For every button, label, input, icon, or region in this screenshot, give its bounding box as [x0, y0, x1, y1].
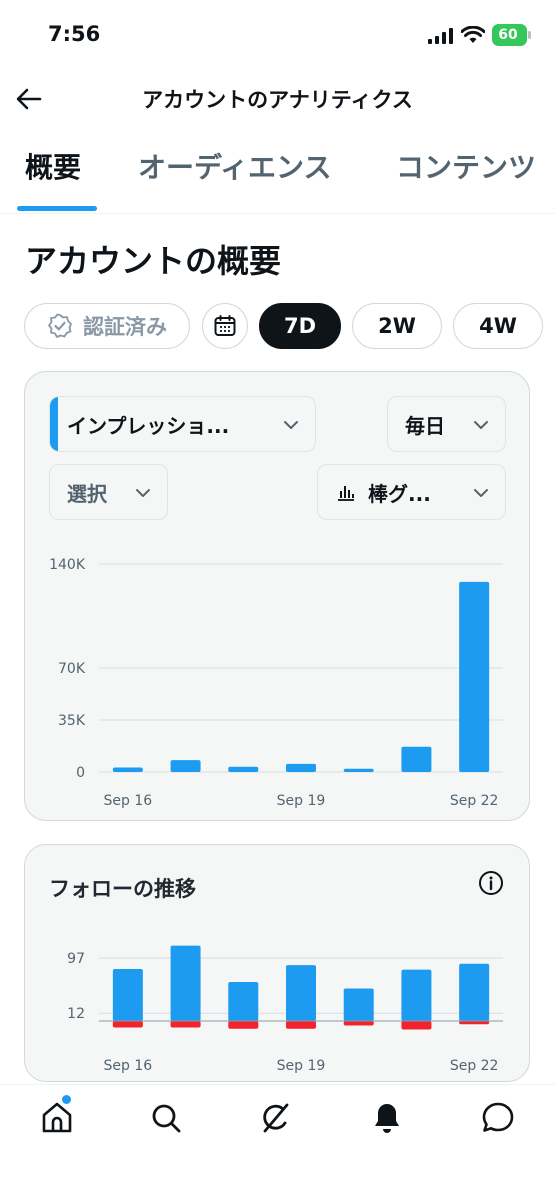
date-picker-button[interactable] — [202, 303, 248, 349]
range-chip-4w[interactable]: 4W — [453, 303, 543, 349]
grok-icon[interactable] — [257, 1099, 295, 1137]
follows-bar-chart: 12 97 Sep 16 Sep 19 Sep 22 — [67, 945, 503, 1074]
impressions-bar — [228, 766, 259, 772]
x-tick-label: Sep 16 — [104, 793, 153, 809]
y-tick-label: 12 — [67, 1006, 85, 1022]
messages-icon[interactable] — [479, 1099, 517, 1137]
page-title: アカウントのアナリティクス — [142, 88, 413, 112]
follows-gain-bar — [228, 982, 259, 1021]
y-tick-label: 0 — [76, 765, 85, 781]
cellular-signal-icon — [428, 28, 453, 44]
follows-loss-bar — [170, 1021, 201, 1028]
follows-gain-bar — [112, 969, 143, 1021]
impressions-bar-chart: 0 35K 70K 140K Sep 16 Sep 19 Sep 22 — [49, 557, 503, 809]
tab-content[interactable]: コンテンツ — [396, 146, 536, 186]
verified-filter-label: 認証済み — [83, 315, 167, 339]
follows-gain-bar — [286, 965, 316, 1021]
follows-loss-bar — [228, 1021, 259, 1029]
y-tick-label: 140K — [49, 557, 86, 573]
follows-gain-bar — [170, 945, 201, 1021]
impressions-bar — [459, 581, 490, 772]
tab-bar: 概要 オーディエンス コンテンツ — [0, 140, 555, 214]
tab-overview[interactable]: 概要 — [25, 146, 81, 186]
status-time: 7:56 — [48, 22, 101, 46]
x-tick-label: Sep 16 — [104, 1058, 153, 1074]
follows-loss-bar — [286, 1021, 316, 1029]
x-tick-label: Sep 22 — [450, 1058, 499, 1074]
x-tick-label: Sep 19 — [277, 1058, 326, 1074]
header: アカウントのアナリティクス — [0, 70, 555, 128]
x-tick-label: Sep 22 — [450, 793, 499, 809]
home-icon[interactable] — [38, 1099, 76, 1137]
follows-loss-bar — [401, 1021, 432, 1030]
verified-filter-chip[interactable]: 認証済み — [24, 303, 190, 349]
follows-loss-bar — [343, 1021, 374, 1026]
active-tab-indicator — [17, 206, 97, 211]
follows-gain-bar — [401, 969, 432, 1021]
impressions-card: インプレッショ... 毎日 選択 棒グ... 0 35K 70K 140K Sep 16… — [24, 371, 530, 821]
search-icon[interactable] — [147, 1099, 185, 1137]
impressions-bar — [170, 760, 201, 772]
calendar-icon — [214, 315, 236, 336]
range-chip-7d[interactable]: 7D — [259, 303, 341, 349]
wifi-icon — [461, 26, 485, 43]
notification-dot — [62, 1095, 71, 1104]
battery-level: 60 — [498, 27, 518, 43]
y-tick-label: 35K — [58, 713, 86, 729]
status-bar: 7:56 60 — [0, 0, 555, 70]
bell-icon[interactable] — [368, 1099, 406, 1137]
impressions-bar — [112, 767, 143, 772]
x-tick-label: Sep 19 — [277, 793, 326, 809]
follows-card: フォローの推移 12 97 Sep 16 Sep 19 Sep 22 — [24, 844, 530, 1082]
follows-loss-bar — [112, 1021, 143, 1028]
bottom-navigation — [0, 1084, 555, 1200]
impressions-bar — [343, 768, 374, 772]
y-tick-label: 70K — [58, 661, 86, 677]
range-chip-2w[interactable]: 2W — [352, 303, 442, 349]
verified-badge-icon — [48, 313, 72, 338]
impressions-bar — [401, 746, 432, 772]
follows-gain-bar — [343, 988, 374, 1021]
y-tick-label: 97 — [67, 951, 85, 967]
follows-gain-bar — [459, 963, 490, 1021]
tab-audience[interactable]: オーディエンス — [138, 146, 331, 186]
section-title: アカウントの概要 — [25, 242, 282, 280]
impressions-bar — [286, 763, 316, 772]
